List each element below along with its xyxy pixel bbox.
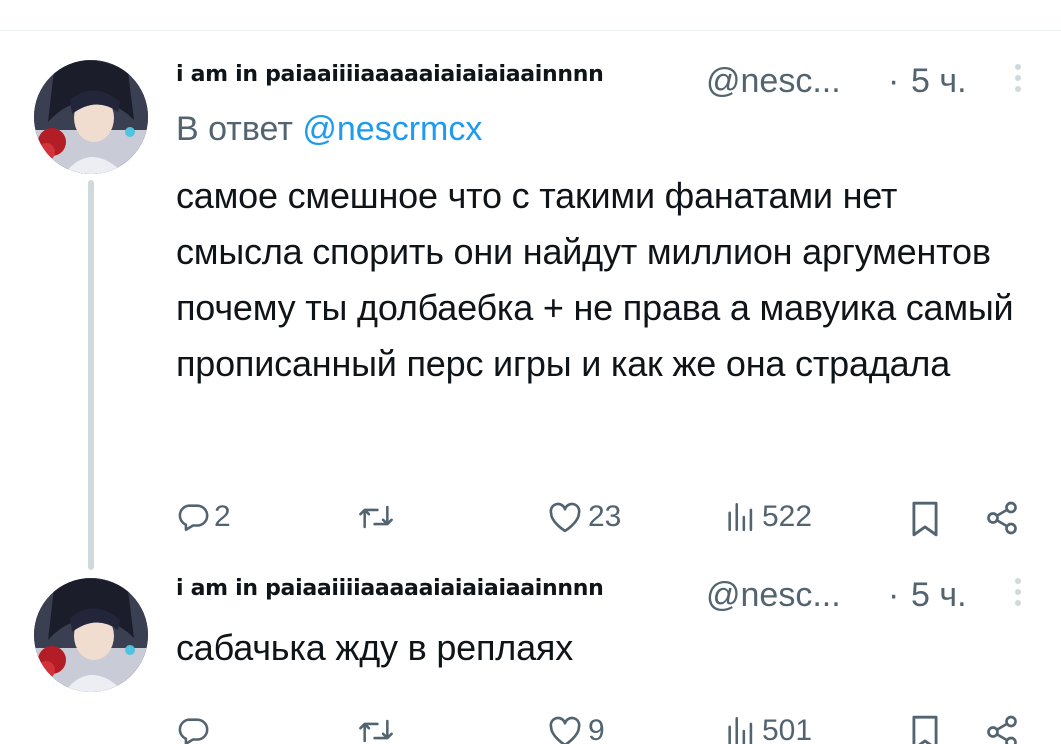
share-nodes-icon [987,501,1017,535]
thread-line [88,180,94,570]
display-name[interactable]: i am in paiaaiiiiaaaaaiaiaiaiaainnnn [176,576,604,601]
tweet-text: сабачька жду в реплаях [176,627,573,668]
retweet-arrows-icon [359,719,393,743]
heart-icon [549,716,581,744]
display-name[interactable]: i am in paiaaiiiiaaaaaiaiaiaiaainnnn [176,62,604,87]
reply-context: В ответ @nescrmcx [176,110,1031,162]
user-handle[interactable]: @nesc... [706,62,841,101]
tweet[interactable]: i am in paiaaiiiiaaaaaiaiaiaiaainnnn @ne… [0,30,1061,570]
tweet-actions: 2 23 522 [176,500,1031,546]
reply-button[interactable] [176,714,214,744]
vertical-dots-icon[interactable] [1013,64,1023,100]
like-button[interactable]: 9 [546,714,605,744]
speech-bubble-icon [178,718,209,744]
tweet-actions: 9 501 [176,714,1031,744]
tweet-text: самое смешное что с такими фанатами нет … [176,175,1014,384]
share-button[interactable] [984,714,1020,744]
avatar-image [34,60,148,174]
timestamp[interactable]: 5 ч. [911,576,967,615]
retweet-arrows-icon [359,505,393,529]
avatar-image [34,578,148,692]
tweet-content: i am in paiaaiiiiaaaaaiaiaiaiaainnnn @ne… [176,60,1031,537]
speech-bubble-icon [178,504,209,532]
views-count: 501 [762,714,813,744]
share-nodes-icon [987,715,1017,744]
like-button[interactable]: 23 [546,500,621,534]
tweet-content: i am in paiaaiiiiaaaaaiaiaiaiaainnnn @ne… [176,574,1031,744]
retweet-button[interactable] [356,500,400,534]
views-button[interactable]: 501 [724,714,812,744]
retweet-button[interactable] [356,714,400,744]
heart-icon [549,502,581,533]
reply-count: 2 [214,500,231,533]
bookmark-button[interactable] [909,714,941,744]
vertical-dots-icon[interactable] [1013,578,1023,614]
bar-chart-icon [728,502,753,532]
like-count: 9 [588,714,605,744]
avatar[interactable] [34,578,148,692]
avatar[interactable] [34,60,148,174]
reply-prefix: В ответ [176,110,293,148]
like-count: 23 [588,500,622,533]
reply-button[interactable]: 2 [176,500,231,534]
tweet-header: i am in paiaaiiiiaaaaaiaiaiaiaainnnn @ne… [176,574,1031,620]
bookmark-button[interactable] [909,500,941,538]
user-handle[interactable]: @nesc... [706,576,841,615]
tweet[interactable]: i am in paiaaiiiiaaaaaiaiaiaiaainnnn @ne… [0,560,1061,744]
views-count: 522 [762,500,813,533]
bookmark-icon [912,715,938,744]
bar-chart-icon [728,716,753,744]
share-button[interactable] [984,500,1020,536]
bookmark-icon [912,501,938,537]
tweet-header: i am in paiaaiiiiaaaaaiaiaiaiaainnnn @ne… [176,60,1031,106]
separator-dot: · [888,576,900,614]
views-button[interactable]: 522 [724,500,812,534]
reply-mention-link[interactable]: @nescrmcx [302,110,482,148]
separator-dot: · [888,62,900,100]
timestamp[interactable]: 5 ч. [911,62,967,101]
